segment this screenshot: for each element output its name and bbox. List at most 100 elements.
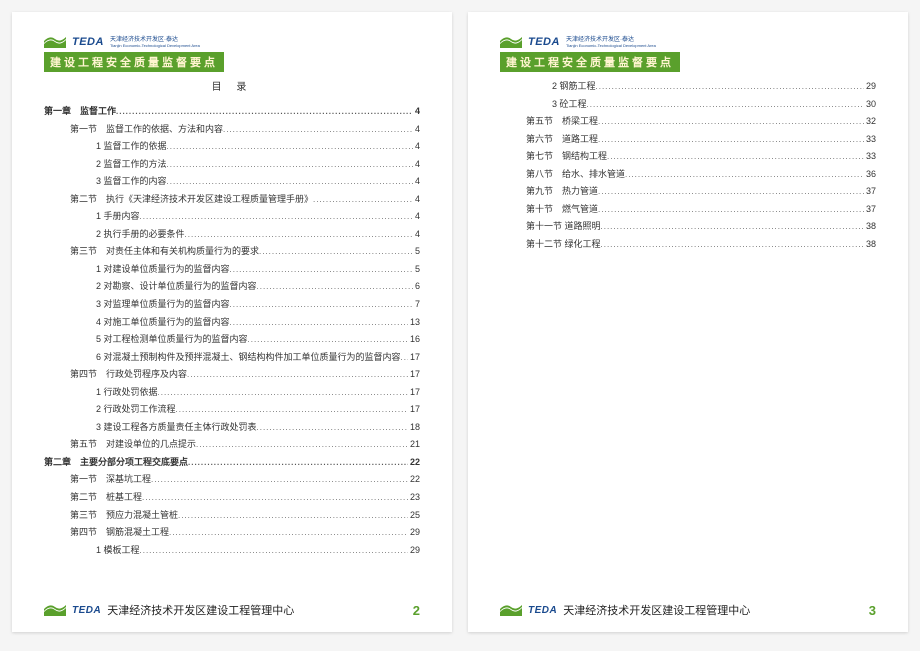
teda-logo-icon [44, 604, 66, 616]
toc-page-number: 23 [408, 489, 420, 507]
toc-leader-dots [601, 237, 864, 253]
footer-logo-text: TEDA [528, 605, 557, 616]
toc-leader-dots [185, 227, 413, 243]
toc-label: 6 对混凝土预制构件及预拌混凝土、钢结构构件加工单位质量行为的监督内容 [96, 349, 401, 367]
toc-label: 第五节 桥梁工程 [526, 113, 598, 131]
toc-leader-dots [230, 315, 408, 331]
toc-page-number: 4 [413, 121, 420, 139]
toc-leader-dots [257, 279, 413, 295]
toc-label: 1 监督工作的依据 [96, 138, 167, 156]
toc-label: 3 对监理单位质量行为的监督内容 [96, 296, 230, 314]
toc-entry: 5 对工程检测单位质量行为的监督内容 16 [44, 331, 420, 349]
toc-entry: 2 对勘察、设计单位质量行为的监督内容6 [44, 278, 420, 296]
toc-entry: 2 监督工作的方法4 [44, 156, 420, 174]
toc-page-number: 16 [408, 331, 420, 349]
footer-org-text: 天津经济技术开发区建设工程管理中心 [107, 602, 407, 618]
toc-entry: 第二章 主要分部分项工程交底要点22 [44, 454, 420, 472]
toc-leader-dots [230, 262, 413, 278]
toc-page-number: 13 [408, 314, 420, 332]
toc-entry: 3 砼工程30 [500, 96, 876, 114]
toc-leader-dots [598, 184, 864, 200]
footer-org-text: 天津经济技术开发区建设工程管理中心 [563, 602, 863, 618]
toc-page-number: 37 [864, 201, 876, 219]
toc-label: 1 行政处罚依据 [96, 384, 158, 402]
toc-entry: 3 建设工程各方质量责任主体行政处罚表 18 [44, 419, 420, 437]
toc-page-number: 22 [408, 471, 420, 489]
toc-page-number: 33 [864, 131, 876, 149]
toc-label: 第二章 主要分部分项工程交底要点 [44, 454, 188, 472]
logo-subtext: 天津经济技术开发区·泰达 Tianjin Economic-Technologi… [566, 37, 656, 48]
toc-label: 3 监督工作的内容 [96, 173, 167, 191]
toc-entry: 第一章 监督工作 4 [44, 103, 420, 121]
toc-label: 第一章 监督工作 [44, 103, 116, 121]
toc-leader-dots [151, 472, 408, 488]
teda-logo-icon [500, 604, 522, 616]
toc-label: 1 对建设单位质量行为的监督内容 [96, 261, 230, 279]
logo-text: TEDA [528, 36, 560, 48]
toc-label: 第六节 道路工程 [526, 131, 598, 149]
toc-page-number: 29 [408, 524, 420, 542]
toc-label: 第二节 执行《天津经济技术开发区建设工程质量管理手册》 [70, 191, 313, 209]
toc-label: 第三节 预应力混凝土管桩 [70, 507, 178, 525]
toc-entry: 第一节 监督工作的依据、方法和内容4 [44, 121, 420, 139]
toc-page-number: 25 [408, 507, 420, 525]
toc-label: 第十二节 绿化工程 [526, 236, 601, 254]
toc-entry: 第二节 桩基工程23 [44, 489, 420, 507]
toc-label: 2 钢筋工程 [552, 78, 596, 96]
page-right: TEDA 天津经济技术开发区·泰达 Tianjin Economic-Techn… [468, 12, 908, 632]
toc-leader-dots [167, 139, 413, 155]
toc-page-number: 4 [413, 103, 420, 121]
toc-leader-dots [598, 202, 864, 218]
page-left: TEDA 天津经济技术开发区·泰达 Tianjin Economic-Techn… [12, 12, 452, 632]
toc-label: 第五节 对建设单位的几点提示 [70, 436, 196, 454]
toc-leader-dots [167, 174, 413, 190]
toc-label: 5 对工程检测单位质量行为的监督内容 [96, 331, 248, 349]
toc-page-number: 4 [413, 173, 420, 191]
toc-entry: 2 执行手册的必要条件4 [44, 226, 420, 244]
toc-label: 1 模板工程 [96, 542, 140, 560]
toc-label: 3 建设工程各方质量责任主体行政处罚表 [96, 419, 257, 437]
toc-leader-dots [188, 455, 408, 471]
toc-page-number: 29 [408, 542, 420, 560]
toc-page-number: 37 [864, 183, 876, 201]
toc-leader-dots [587, 97, 864, 113]
toc-entry: 1 手册内容4 [44, 208, 420, 226]
toc-leader-dots [187, 367, 408, 383]
toc-leader-dots [625, 167, 864, 183]
toc-entry: 3 监督工作的内容 4 [44, 173, 420, 191]
toc-label: 第七节 钢结构工程 [526, 148, 607, 166]
toc-entry: 第五节 桥梁工程32 [500, 113, 876, 131]
toc-page-number: 21 [408, 436, 420, 454]
toc-label: 2 行政处罚工作流程 [96, 401, 176, 419]
toc-page-number: 38 [864, 236, 876, 254]
toc-page-number: 4 [413, 191, 420, 209]
toc-entry: 第五节 对建设单位的几点提示 21 [44, 436, 420, 454]
toc-label: 第四节 钢筋混凝土工程 [70, 524, 169, 542]
toc-leader-dots [248, 332, 408, 348]
toc-entry: 第八节 给水、排水管道36 [500, 166, 876, 184]
toc-list-right: 2 钢筋工程293 砼工程30第五节 桥梁工程32第六节 道路工程 33 第七节 钢… [500, 78, 876, 253]
toc-leader-dots [196, 437, 408, 453]
title-bar: 建设工程安全质量监督要点 [44, 52, 224, 72]
toc-entry: 1 模板工程 29 [44, 542, 420, 560]
toc-page-number: 33 [864, 148, 876, 166]
toc-leader-dots [313, 192, 413, 208]
header-logo-row: TEDA 天津经济技术开发区·泰达 Tianjin Economic-Techn… [44, 36, 420, 48]
toc-entry: 第十节 燃气管道37 [500, 201, 876, 219]
toc-page-number: 38 [864, 218, 876, 236]
toc-entry: 第四节 钢筋混凝土工程 29 [44, 524, 420, 542]
logo-text: TEDA [72, 36, 104, 48]
toc-heading: 目 录 [44, 78, 420, 93]
toc-page-number: 4 [413, 226, 420, 244]
toc-page-number: 18 [408, 419, 420, 437]
toc-entry: 第十二节 绿化工程 38 [500, 236, 876, 254]
toc-entry: 4 对施工单位质量行为的监督内容13 [44, 314, 420, 332]
toc-leader-dots [142, 490, 408, 506]
toc-leader-dots [598, 114, 864, 130]
toc-leader-dots [167, 157, 413, 173]
toc-entry: 2 钢筋工程29 [500, 78, 876, 96]
toc-entry: 1 行政处罚依据17 [44, 384, 420, 402]
toc-page-number: 4 [413, 208, 420, 226]
toc-leader-dots [116, 104, 413, 120]
footer-logo-text: TEDA [72, 605, 101, 616]
